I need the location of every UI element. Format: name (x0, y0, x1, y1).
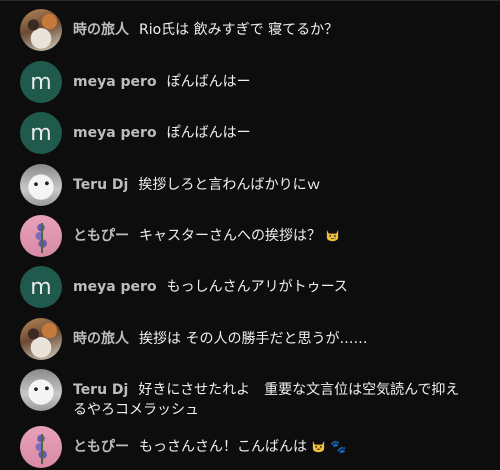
chat-message: 時の旅人 Rio氏は 飲みすぎで 寝てるか？ (20, 9, 488, 51)
avatar-letter: m (30, 274, 52, 300)
avatar[interactable]: m (20, 266, 62, 308)
avatar[interactable]: m (20, 61, 62, 103)
message-body: meya pero もっしんさんアリがトゥース (73, 266, 348, 297)
avatar[interactable] (20, 318, 62, 360)
message-text: キャスターさんへの挨拶は？ (139, 228, 321, 244)
message-text: 好きにさせたれよ 重要な文言位は空気読んで抑え (138, 382, 460, 398)
message-text: ぽんばんはー (166, 74, 251, 90)
message-text: もっしんさんアリがトゥース (166, 279, 348, 295)
chat-message: ともぴー もっさんさん！こんばんは 🐾 (20, 426, 488, 468)
message-body: 時の旅人 Rio氏は 飲みすぎで 寝てるか？ (73, 9, 338, 40)
crying-cat-face-icon (325, 227, 340, 242)
message-body: meya pero ぽんばんはー (73, 61, 251, 92)
message-body: Teru Dj 挨拶しろと言わんばかりにｗ (73, 164, 321, 195)
chat-message: 時の旅人 挨拶は その人の勝手だと思うが…… (20, 318, 488, 360)
avatar[interactable] (20, 369, 62, 411)
author-name[interactable]: ともぴー (73, 439, 129, 455)
avatar-letter: m (30, 69, 52, 95)
message-text: 挨拶は その人の勝手だと思うが…… (139, 331, 368, 347)
message-body: 時の旅人 挨拶は その人の勝手だと思うが…… (73, 318, 367, 349)
author-name[interactable]: ともぴー (73, 228, 129, 244)
message-text: ぽんばんはー (166, 125, 251, 141)
message-body: ともぴー もっさんさん！こんばんは 🐾 (73, 426, 346, 458)
avatar[interactable] (20, 215, 62, 257)
author-name[interactable]: meya pero (73, 279, 157, 295)
chat-message: Teru Dj 挨拶しろと言わんばかりにｗ (20, 164, 488, 206)
author-name[interactable]: 時の旅人 (73, 22, 129, 38)
chat-message: m meya pero ぽんばんはー (20, 61, 488, 103)
chat-message: m meya pero もっしんさんアリがトゥース (20, 266, 488, 308)
avatar[interactable] (20, 9, 62, 51)
message-text: 挨拶しろと言わんばかりにｗ (138, 177, 321, 193)
chat-message: Teru Dj 好きにさせたれよ 重要な文言位は空気読んで抑え るやろコメラッシュ (20, 369, 488, 420)
author-name[interactable]: meya pero (73, 125, 157, 141)
chat-message: m meya pero ぽんばんはー (20, 112, 488, 154)
author-name[interactable]: Teru Dj (73, 177, 128, 193)
message-body: meya pero ぽんばんはー (73, 112, 251, 143)
avatar[interactable] (20, 426, 62, 468)
message-text-continued: るやろコメラッシュ (73, 402, 199, 418)
paw-prints-icon: 🐾 (330, 440, 347, 455)
author-name[interactable]: 時の旅人 (73, 331, 129, 347)
grinning-cat-face-icon (311, 438, 326, 453)
avatar[interactable]: m (20, 112, 62, 154)
author-name[interactable]: Teru Dj (73, 382, 128, 398)
message-text: Rio氏は 飲みすぎで 寝てるか？ (139, 22, 339, 38)
avatar-letter: m (30, 120, 52, 146)
message-body: ともぴー キャスターさんへの挨拶は？ (73, 215, 340, 246)
avatar[interactable] (20, 164, 62, 206)
message-body: Teru Dj 好きにさせたれよ 重要な文言位は空気読んで抑え るやろコメラッシュ (73, 369, 459, 420)
message-text: もっさんさん！こんばんは (139, 439, 307, 455)
chat-feed: 時の旅人 Rio氏は 飲みすぎで 寝てるか？ m meya pero ぽんばんはー … (0, 0, 500, 470)
chat-message: ともぴー キャスターさんへの挨拶は？ (20, 215, 488, 257)
author-name[interactable]: meya pero (73, 74, 157, 90)
